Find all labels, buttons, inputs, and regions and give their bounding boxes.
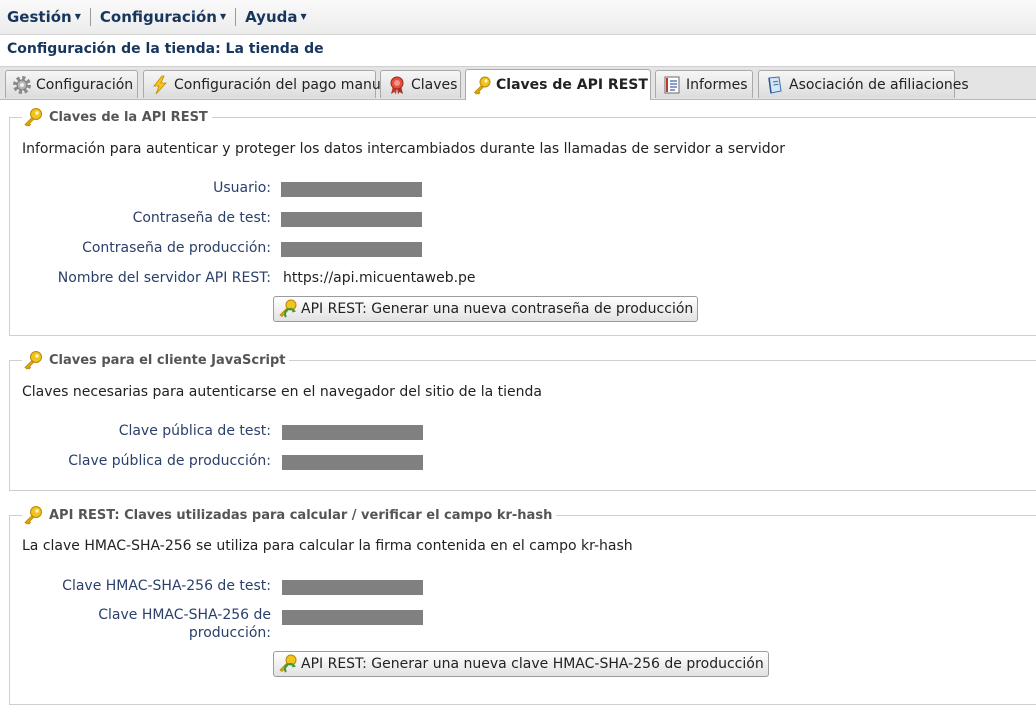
key-icon xyxy=(24,108,42,127)
tab-configuracion[interactable]: Configuración xyxy=(5,70,138,98)
section-description: La clave HMAC-SHA-256 se utiliza para ca… xyxy=(22,538,633,554)
report-icon xyxy=(664,76,680,93)
chevron-down-icon: ▼ xyxy=(219,12,227,21)
hmac-prod-key-label: Clave HMAC-SHA-256 de producción: xyxy=(10,606,271,642)
user-label: Usuario: xyxy=(213,180,271,196)
section-title: Claves para el cliente JavaScript xyxy=(49,352,286,368)
public-test-key-masked xyxy=(282,425,423,440)
tab-claves[interactable]: Claves xyxy=(380,70,461,98)
button-label: API REST: Generar una nueva contraseña d… xyxy=(301,301,694,317)
section-legend: Claves de la API REST xyxy=(22,107,212,127)
test-password-masked xyxy=(281,212,422,227)
server-value: https://api.micuentaweb.pe xyxy=(283,270,476,286)
key-refresh-icon xyxy=(279,299,297,318)
page-title: Configuración de la tienda: La tienda de xyxy=(7,41,324,57)
tab-informes[interactable]: Informes xyxy=(655,70,753,98)
button-label: API REST: Generar una nueva clave HMAC-S… xyxy=(301,656,764,672)
tab-pago-manual[interactable]: Configuración del pago manual xyxy=(143,70,393,98)
tab-label: Claves xyxy=(411,76,458,93)
public-prod-key-masked xyxy=(282,455,423,470)
key-icon xyxy=(24,506,42,525)
tab-claves-api-rest[interactable]: Claves de API REST xyxy=(465,69,651,100)
section-description: Claves necesarias para autenticarse en e… xyxy=(22,384,542,400)
section-legend: Claves para el cliente JavaScript xyxy=(22,350,290,370)
public-prod-key-label: Clave pública de producción: xyxy=(68,453,271,469)
section-title: Claves de la API REST xyxy=(49,109,208,125)
menu-configuracion[interactable]: Configuración ▼ xyxy=(93,7,233,27)
book-icon xyxy=(768,75,782,94)
key-icon xyxy=(473,76,491,95)
hmac-prod-key-label-line2: producción: xyxy=(188,625,271,641)
hmac-test-key-label: Clave HMAC-SHA-256 de test: xyxy=(62,578,271,594)
key-refresh-icon xyxy=(279,654,297,673)
tab-label: Configuración xyxy=(36,76,134,93)
menu-separator xyxy=(235,8,237,26)
ribbon-icon xyxy=(390,76,404,94)
menu-ayuda[interactable]: Ayuda ▼ xyxy=(238,7,314,27)
rest-keys-section: Claves de la API REST Información para a… xyxy=(9,107,1036,336)
tab-label: Informes xyxy=(686,76,748,93)
server-label: Nombre del servidor API REST: xyxy=(57,270,271,286)
menu-configuracion-label: Configuración xyxy=(99,8,217,26)
generate-prod-password-button[interactable]: API REST: Generar una nueva contraseña d… xyxy=(273,296,699,322)
test-password-label: Contraseña de test: xyxy=(132,210,271,226)
hmac-prod-key-masked xyxy=(282,610,423,625)
section-legend: API REST: Claves utilizadas para calcula… xyxy=(22,505,557,525)
tab-asociacion-afiliaciones[interactable]: Asociación de afiliaciones xyxy=(758,70,969,98)
tab-label: Asociación de afiliaciones xyxy=(789,76,969,93)
user-value-masked xyxy=(281,182,422,197)
gear-icon xyxy=(13,75,31,94)
chevron-down-icon: ▼ xyxy=(300,12,307,21)
chevron-down-icon: ▼ xyxy=(74,12,81,21)
tab-bar: Configuración Configuración del pago man… xyxy=(0,66,1036,100)
prod-password-masked xyxy=(281,242,422,257)
hmac-test-key-masked xyxy=(282,580,423,595)
menu-gestion[interactable]: Gestión ▼ xyxy=(0,7,88,27)
key-icon xyxy=(24,351,42,370)
menu-ayuda-label: Ayuda xyxy=(245,8,298,26)
hmac-prod-key-label-line1: Clave HMAC-SHA-256 de xyxy=(98,607,271,623)
tab-label: Configuración del pago manual xyxy=(174,76,394,93)
prod-password-label: Contraseña de producción: xyxy=(82,240,271,256)
section-description: Información para autenticar y proteger l… xyxy=(22,141,785,157)
generate-hmac-key-button[interactable]: API REST: Generar una nueva clave HMAC-S… xyxy=(273,651,769,677)
menu-separator xyxy=(89,8,91,26)
tab-label: Claves de API REST xyxy=(496,77,648,93)
top-menu-bar: Gestión ▼ Configuración ▼ Ayuda ▼ xyxy=(0,0,1036,35)
hmac-keys-section: API REST: Claves utilizadas para calcula… xyxy=(9,505,1036,705)
lightning-icon xyxy=(153,75,167,94)
js-keys-section: Claves para el cliente JavaScript Claves… xyxy=(9,350,1036,491)
public-test-key-label: Clave pública de test: xyxy=(118,423,271,439)
section-title: API REST: Claves utilizadas para calcula… xyxy=(49,507,553,523)
menu-gestion-label: Gestión xyxy=(7,8,72,26)
